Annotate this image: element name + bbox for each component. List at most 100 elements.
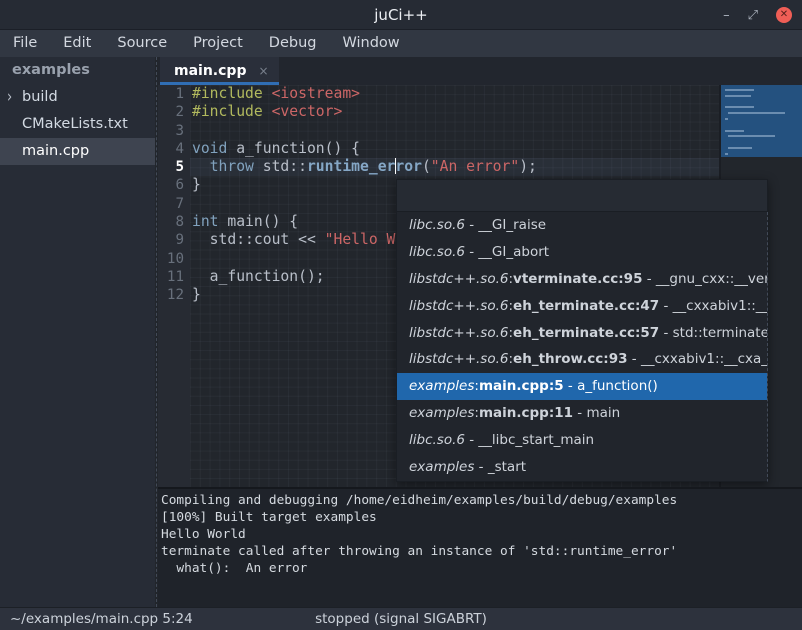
stack-frame-row[interactable]: libstdc++.so.6:eh_terminate.cc:47 - __cx…: [397, 293, 767, 320]
sidebar-item-label: CMakeLists.txt: [22, 116, 128, 132]
minimap-visible-region[interactable]: [721, 85, 802, 157]
line-number: 7: [158, 195, 190, 213]
code-token: "Hello W: [325, 231, 396, 248]
code-line[interactable]: #include <iostream>: [190, 85, 719, 103]
stack-frame-row[interactable]: examples:main.cpp:5 - a_function(): [397, 373, 767, 400]
window-buttons: – ⤢ ✕: [723, 0, 792, 30]
menu-item-file[interactable]: File: [12, 30, 50, 57]
terminal-output-line: Compiling and debugging /home/eidheim/ex…: [161, 492, 802, 509]
terminal-output-line: terminate called after throwing an insta…: [161, 543, 802, 560]
code-token: #include: [192, 85, 272, 102]
stack-frame-library: examples: [409, 459, 474, 475]
stack-frame-file-line: main.cpp:5: [479, 378, 564, 394]
menu-item-project[interactable]: Project: [180, 30, 256, 57]
sidebar-item-build[interactable]: ›build: [0, 84, 155, 111]
menu-item-edit[interactable]: Edit: [50, 30, 104, 57]
line-number: 8: [158, 213, 190, 231]
stack-frame-library: examples: [409, 405, 474, 421]
code-line[interactable]: #include <vector>: [190, 103, 719, 121]
minimap-code-bar: [725, 95, 751, 97]
stack-frame-row[interactable]: libstdc++.so.6:eh_throw.cc:93 - __cxxabi…: [397, 346, 767, 373]
tabbar: main.cpp ×: [158, 57, 802, 85]
minimap-code-bar: [728, 112, 785, 114]
stack-frame-row[interactable]: libc.so.6 - __GI_abort: [397, 239, 767, 266]
stack-frame-row[interactable]: libc.so.6 - __libc_start_main: [397, 427, 767, 454]
stack-popup-header: [396, 179, 768, 212]
stack-frame-file-line: eh_throw.cc:93: [513, 351, 627, 367]
code-token: main() {: [219, 213, 299, 230]
juci-window: juCi++ – ⤢ ✕ FileEditSourceProjectDebugW…: [0, 0, 802, 630]
sidebar-item-cmakelists-txt[interactable]: CMakeLists.txt: [0, 111, 155, 138]
stack-frame-file-line: eh_terminate.cc:47: [513, 298, 659, 314]
line-number: 5: [158, 158, 190, 176]
stack-frame-library: libc.so.6: [409, 432, 465, 448]
code-token: <vector>: [272, 103, 343, 120]
code-token: );: [519, 158, 537, 175]
stack-frame-list[interactable]: libc.so.6 - __GI_raiselibc.so.6 - __GI_a…: [396, 212, 768, 482]
stack-frame-library: libc.so.6: [409, 244, 465, 260]
line-number: 10: [158, 250, 190, 268]
menu-item-window[interactable]: Window: [329, 30, 412, 57]
code-token: [192, 158, 210, 175]
line-number: 12: [158, 286, 190, 304]
window-title: juCi++: [0, 0, 802, 30]
sidebar-item-label: main.cpp: [22, 143, 89, 159]
minimap-code-bar: [725, 106, 754, 108]
minimap-code-bar: [725, 130, 744, 132]
tab-close-icon[interactable]: ×: [258, 64, 268, 78]
menu-item-source[interactable]: Source: [104, 30, 180, 57]
sidebar-item-main-cpp[interactable]: main.cpp: [0, 138, 155, 165]
stack-frame-library: libstdc++.so.6: [409, 351, 508, 367]
project-name: examples: [0, 57, 155, 84]
statusbar: ~/examples/main.cpp 5:24 stopped (signal…: [0, 607, 802, 630]
minimap-code-bar: [725, 118, 728, 120]
stack-frame-file-line: eh_terminate.cc:57: [513, 325, 659, 341]
stack-frame-row[interactable]: examples:main.cpp:11 - main: [397, 400, 767, 427]
line-number: 6: [158, 176, 190, 194]
minimap-code-bar: [725, 89, 754, 91]
stack-trace-popup: libc.so.6 - __GI_raiselibc.so.6 - __GI_a…: [396, 179, 768, 482]
line-number: 3: [158, 122, 190, 140]
code-line[interactable]: throw std::runtime_error("An error");: [190, 158, 719, 176]
code-line[interactable]: [190, 122, 719, 140]
tab-label: main.cpp: [174, 63, 246, 79]
code-token: <iostream>: [272, 85, 360, 102]
stack-frame-file-line: vterminate.cc:95: [513, 271, 642, 287]
code-token: }: [192, 286, 201, 303]
code-token: "An error": [431, 158, 519, 175]
menu-item-debug[interactable]: Debug: [256, 30, 330, 57]
code-token: std::: [254, 158, 307, 175]
code-token: a_function() {: [227, 140, 360, 157]
build-terminal[interactable]: Compiling and debugging /home/eidheim/ex…: [158, 487, 802, 607]
minimap-code-bar: [728, 147, 752, 149]
paned-separator[interactable]: [156, 57, 157, 607]
stack-frame-row[interactable]: libstdc++.so.6:eh_terminate.cc:57 - std:…: [397, 320, 767, 347]
status-debug-state: stopped (signal SIGABRT): [0, 608, 802, 630]
tab-main-cpp[interactable]: main.cpp ×: [160, 57, 279, 85]
terminal-output-line: [100%] Built target examples: [161, 509, 802, 526]
close-icon[interactable]: ✕: [776, 7, 792, 23]
stack-frame-row[interactable]: libc.so.6 - __GI_raise: [397, 212, 767, 239]
chevron-right-icon[interactable]: ›: [7, 80, 12, 115]
code-token: ror: [395, 158, 422, 175]
stack-frame-row[interactable]: libstdc++.so.6:vterminate.cc:95 - __gnu_…: [397, 266, 767, 293]
code-token: a_function();: [192, 268, 325, 285]
line-number: 11: [158, 268, 190, 286]
file-tree-sidebar: examples ›build CMakeLists.txt main.cpp: [0, 57, 155, 607]
minimap-code-bar: [725, 153, 728, 155]
minimap-code-bar: [728, 135, 775, 137]
menubar: FileEditSourceProjectDebugWindow: [0, 30, 802, 57]
stack-frame-library: libc.so.6: [409, 217, 465, 233]
code-token: (: [422, 158, 431, 175]
titlebar[interactable]: juCi++ – ⤢ ✕: [0, 0, 802, 30]
line-number-gutter: 123456789101112: [158, 85, 190, 487]
restore-icon[interactable]: ⤢: [748, 9, 758, 22]
stack-frame-library: libstdc++.so.6: [409, 271, 508, 287]
code-token: }: [192, 176, 201, 193]
code-token: throw: [210, 158, 254, 175]
stack-frame-row[interactable]: examples - _start: [397, 454, 767, 481]
code-line[interactable]: void a_function() {: [190, 140, 719, 158]
minimize-icon[interactable]: –: [723, 9, 730, 22]
code-token: runtime_er: [307, 158, 395, 175]
line-number: 1: [158, 85, 190, 103]
